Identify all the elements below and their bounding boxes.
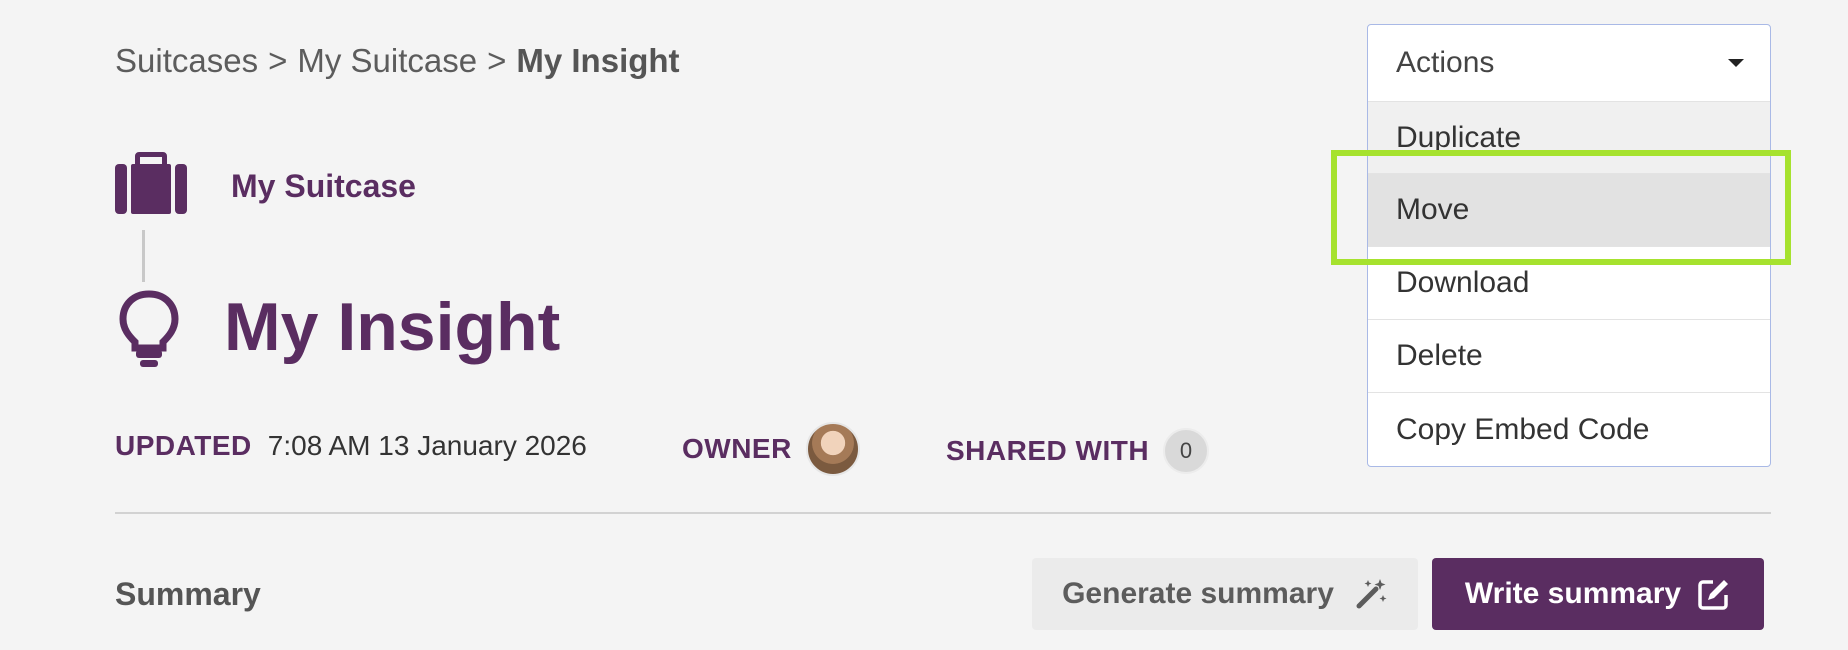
updated-label: UPDATED bbox=[115, 430, 252, 461]
suitcase-icon bbox=[115, 152, 187, 214]
actions-label: Actions bbox=[1396, 46, 1495, 79]
parent-suitcase-link[interactable]: My Suitcase bbox=[115, 150, 416, 216]
summary-heading: Summary bbox=[115, 576, 261, 612]
owner-avatar[interactable] bbox=[805, 422, 860, 476]
menu-item-delete[interactable]: Delete bbox=[1368, 320, 1770, 393]
edit-icon bbox=[1698, 580, 1729, 610]
lightbulb-icon bbox=[119, 290, 179, 367]
breadcrumb-item-my-suitcase[interactable]: My Suitcase bbox=[297, 42, 477, 80]
shared-count-badge[interactable]: 0 bbox=[1163, 428, 1210, 474]
shared-with-label: SHARED WITH bbox=[946, 435, 1150, 466]
menu-item-copy-embed-code[interactable]: Copy Embed Code bbox=[1368, 393, 1770, 466]
highlight-box bbox=[1331, 150, 1791, 265]
owner-info: OWNER bbox=[682, 422, 860, 476]
generate-summary-label: Generate summary bbox=[1062, 577, 1334, 610]
updated-value: 7:08 AM 13 January 2026 bbox=[267, 430, 587, 461]
updated-info: UPDATED 7:08 AM 13 January 2026 bbox=[115, 430, 587, 462]
generate-summary-button[interactable]: Generate summary bbox=[1032, 558, 1418, 630]
parent-suitcase-label: My Suitcase bbox=[231, 168, 416, 204]
caret-down-icon bbox=[1728, 59, 1744, 67]
owner-label: OWNER bbox=[682, 433, 792, 464]
breadcrumb-separator: > bbox=[487, 42, 507, 79]
write-summary-button[interactable]: Write summary bbox=[1432, 558, 1764, 630]
shared-with-info: SHARED WITH 0 bbox=[946, 428, 1210, 474]
section-divider bbox=[115, 512, 1771, 514]
actions-dropdown-toggle[interactable]: Actions bbox=[1368, 25, 1770, 101]
breadcrumb-item-current: My Insight bbox=[516, 42, 680, 79]
page-title: My Insight bbox=[224, 289, 561, 365]
breadcrumb-item-suitcases[interactable]: Suitcases bbox=[115, 42, 258, 80]
magic-wand-icon bbox=[1356, 579, 1387, 609]
write-summary-label: Write summary bbox=[1464, 577, 1682, 610]
breadcrumb: Suitcases > My Suitcase > My Insight bbox=[115, 42, 680, 80]
breadcrumb-separator: > bbox=[268, 42, 288, 79]
hierarchy-connector bbox=[142, 230, 145, 282]
